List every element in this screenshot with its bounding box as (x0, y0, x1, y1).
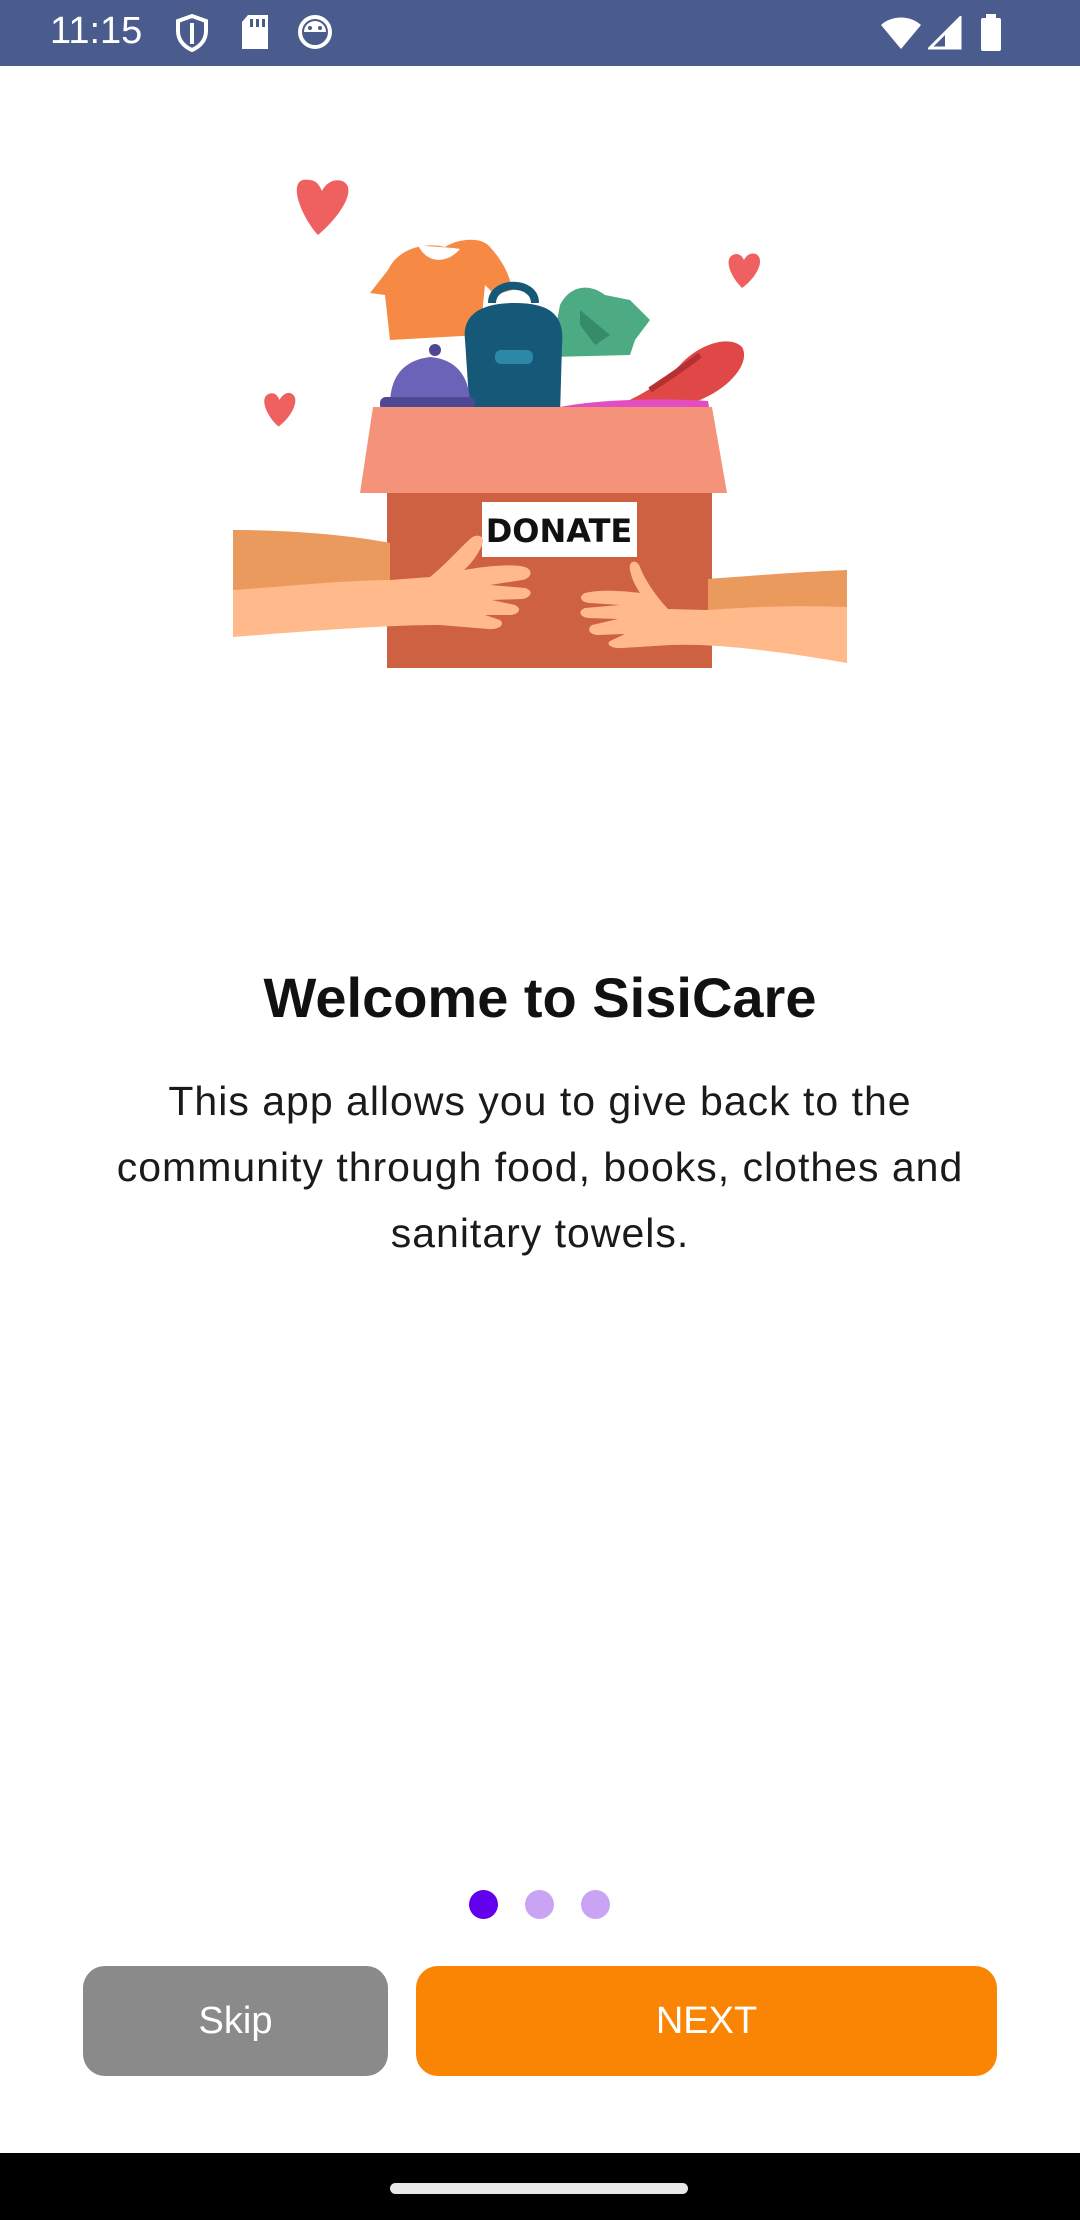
page-dot[interactable] (581, 1890, 610, 1919)
heart-icon (296, 179, 349, 235)
next-button[interactable]: NEXT (416, 1966, 997, 2076)
wifi-icon (881, 17, 921, 49)
page-dot[interactable] (525, 1890, 554, 1919)
android-face-icon (298, 15, 332, 49)
donation-box-illustration: DONATE (233, 179, 847, 668)
battery-icon (981, 14, 1001, 51)
onboarding-description: This app allows you to give back to the … (116, 1078, 964, 1256)
status-bar: 11:15 (0, 0, 1080, 66)
heart-icon (264, 392, 296, 427)
page-dot-active[interactable] (469, 1890, 498, 1919)
skip-button[interactable]: Skip (83, 1966, 388, 2076)
shield-icon (176, 14, 208, 52)
donate-sign-text: DONATE (486, 512, 633, 550)
status-time: 11:15 (50, 10, 143, 52)
heart-icon (728, 253, 761, 288)
cellular-signal-icon (928, 16, 962, 50)
page-indicator (0, 1890, 1080, 1920)
sd-card-icon (242, 15, 268, 49)
home-gesture-handle[interactable] (390, 2183, 688, 2194)
page-title: Welcome to SisiCare (263, 966, 817, 1029)
